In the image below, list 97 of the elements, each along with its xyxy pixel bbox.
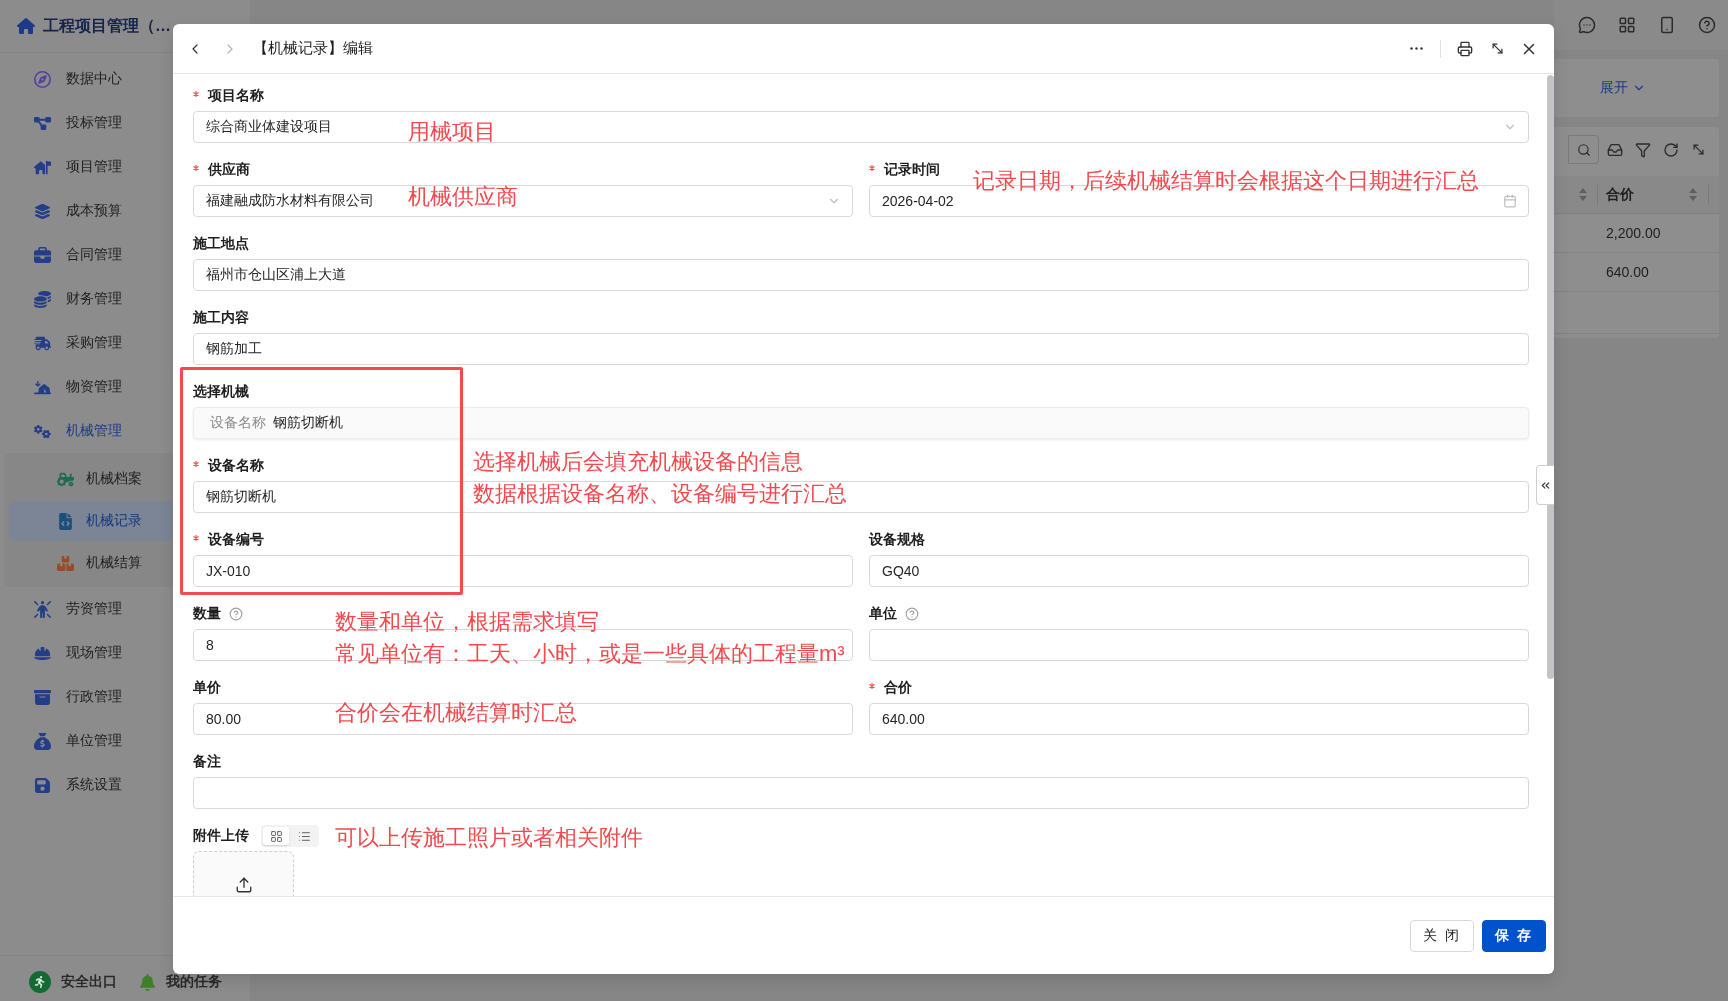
grid-view-button[interactable] <box>263 827 289 845</box>
layers-icon <box>34 202 51 220</box>
table-cell-text: 2,200.00 <box>1605 224 1662 243</box>
annotation-text: 机械供应商 <box>408 185 518 209</box>
table-cell-text: 640.00 <box>1605 263 1650 282</box>
input-field[interactable]: 640.00 <box>869 703 1529 735</box>
sidebar-item[interactable]: 投标管理 <box>0 101 173 145</box>
sidebar-item[interactable]: 机械管理 <box>0 409 173 453</box>
field-label: 合价 <box>884 679 912 697</box>
collapse-handle[interactable] <box>1536 465 1554 505</box>
compass-icon <box>34 70 51 88</box>
field-label: 供应商 <box>208 161 250 179</box>
gears-icon <box>34 422 51 440</box>
scrollbar[interactable] <box>1547 75 1554 679</box>
money-bag-icon <box>34 732 51 750</box>
sidebar-item[interactable]: 劳资管理 <box>0 587 173 631</box>
truck-icon <box>34 334 51 352</box>
field-label: 选择机械 <box>193 383 249 401</box>
calendar-icon <box>1503 194 1517 208</box>
help-icon[interactable] <box>229 607 243 621</box>
sidebar-item[interactable]: 数据中心 <box>0 57 173 101</box>
tasks-link[interactable]: 我的任务 <box>139 973 222 991</box>
sidebar-item[interactable]: 采购管理 <box>0 321 173 365</box>
input-field[interactable]: 福州市仓山区浦上大道 <box>193 259 1529 291</box>
sidebar-item[interactable]: 现场管理 <box>0 631 173 675</box>
field-label: 设备规格 <box>869 531 925 549</box>
field-label: 单位 <box>869 605 897 623</box>
grid-icon <box>269 829 283 843</box>
sidebar-item[interactable]: 项目管理 <box>0 145 173 189</box>
field-label: 备注 <box>193 753 221 771</box>
annotation-text: 数据根据设备名称、设备编号进行汇总 <box>473 482 847 506</box>
home-icon[interactable] <box>17 17 35 35</box>
input-field[interactable]: GQ40 <box>869 555 1529 587</box>
refresh-icon[interactable] <box>1663 141 1679 158</box>
field-label: 附件上传 <box>193 827 249 845</box>
bell-icon <box>139 973 156 991</box>
sidebar-item[interactable]: 单位管理 <box>0 719 173 763</box>
sidebar-subitem[interactable]: 机械档案 <box>9 459 173 499</box>
field-label: 施工地点 <box>193 235 249 253</box>
save-button[interactable]: 保 存 <box>1482 919 1546 952</box>
field-label: 单价 <box>193 679 221 697</box>
inbox-icon[interactable] <box>1607 141 1623 158</box>
sidebar-item[interactable]: 行政管理 <box>0 675 173 719</box>
ellipsis-icon <box>1409 47 1423 50</box>
help-icon[interactable] <box>1698 16 1716 34</box>
exit-link[interactable]: 安全出口 <box>29 971 117 993</box>
tractor-icon <box>57 470 74 488</box>
sidebar-item[interactable]: 物资管理 <box>0 365 173 409</box>
app-title: 工程项目管理（… <box>43 15 171 36</box>
chat-icon[interactable] <box>1578 16 1596 34</box>
sidebar-item[interactable]: 财务管理 <box>0 277 173 321</box>
field-label: 设备编号 <box>208 531 264 549</box>
search-icon <box>1576 142 1591 157</box>
annotation-text: 用械项目 <box>408 120 496 144</box>
machine-picker[interactable]: 设备名称 钢筋切断机 <box>193 407 1529 439</box>
input-field[interactable]: 钢筋加工 <box>193 333 1529 365</box>
apps-grid-icon[interactable] <box>1618 16 1636 34</box>
phone-icon[interactable] <box>1658 16 1676 34</box>
input-field[interactable] <box>869 629 1529 661</box>
expand-icon[interactable] <box>1691 142 1706 157</box>
annotation-text: 选择机械后会填充机械设备的信息 <box>473 450 803 474</box>
annotation-text: 合价会在机械结算时汇总 <box>335 701 577 725</box>
column-header: 合价 <box>1606 185 1634 204</box>
input-field[interactable] <box>193 777 1529 809</box>
close-dialog-button[interactable]: 关 闭 <box>1410 919 1475 952</box>
file-code-icon <box>57 512 74 530</box>
diagram-icon <box>34 114 51 132</box>
archive-box-icon <box>34 688 51 706</box>
field-label: 设备名称 <box>208 457 264 475</box>
boxes-icon <box>57 554 74 572</box>
filter-icon[interactable] <box>1635 141 1651 158</box>
tent-icon <box>34 378 51 396</box>
field-label: 施工内容 <box>193 309 249 327</box>
input-field[interactable]: JX-010 <box>193 555 853 587</box>
dialog-title: 【机械记录】编辑 <box>253 39 373 58</box>
search-button[interactable] <box>1568 135 1599 164</box>
sidebar-item[interactable]: 合同管理 <box>0 233 173 277</box>
upload-icon <box>234 876 253 894</box>
field-label: 项目名称 <box>208 87 264 105</box>
maximize-icon <box>1489 41 1505 56</box>
house-flag-icon <box>34 158 51 176</box>
person-icon <box>34 600 51 618</box>
sidebar-subitem[interactable]: 机械记录 <box>9 501 173 541</box>
annotation-text: 可以上传施工照片或者相关附件 <box>335 826 643 850</box>
printer-icon <box>1457 40 1473 57</box>
sidebar-subitem[interactable]: 机械结算 <box>9 543 173 583</box>
coins-icon <box>34 290 51 308</box>
help-icon[interactable] <box>905 607 919 621</box>
briefcase-icon <box>34 246 51 264</box>
sidebar-item[interactable]: 系统设置 <box>0 763 173 807</box>
expand-link[interactable]: 展开 <box>1600 79 1646 97</box>
exit-sign-icon <box>29 971 51 993</box>
list-icon <box>297 829 311 843</box>
sidebar-item[interactable]: 成本预算 <box>0 189 173 233</box>
hard-hat-icon <box>34 644 51 662</box>
field-label: 记录时间 <box>884 161 940 179</box>
field-label: 数量 <box>193 605 221 623</box>
